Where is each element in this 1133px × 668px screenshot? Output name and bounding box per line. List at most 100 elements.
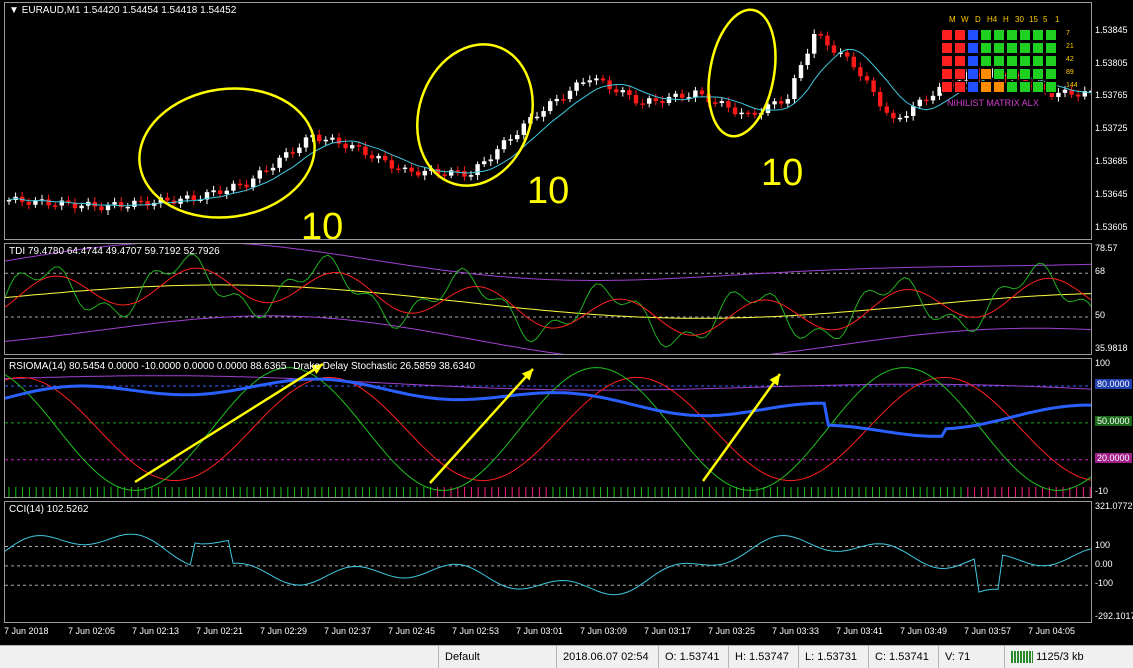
status-profile[interactable]: Default	[438, 646, 556, 668]
candle-body	[594, 78, 599, 81]
candle-body	[574, 82, 579, 91]
candle-body	[1089, 90, 1091, 93]
candle-body	[422, 170, 427, 176]
candle-body	[772, 101, 777, 105]
candle-body	[376, 155, 381, 159]
candle-body	[653, 98, 658, 102]
tdi-pane[interactable]: TDI 79.4780 64.4744 49.4707 59.7192 52.7…	[4, 243, 1092, 355]
matrix-tf-label: H	[1003, 15, 1009, 24]
candle-body	[871, 80, 876, 92]
matrix-indicator-name: NIHILIST MATRIX ALX	[947, 98, 1039, 108]
matrix-cell	[1019, 55, 1031, 67]
candle-body	[244, 184, 249, 188]
scale-tick: 1.53685	[1095, 156, 1128, 167]
candle-body	[548, 101, 553, 112]
candle-body	[858, 67, 863, 77]
matrix-cell	[954, 81, 966, 93]
candle-body	[897, 117, 903, 120]
matrix-cell	[993, 29, 1005, 41]
candle-body	[297, 147, 302, 153]
candle-body	[125, 206, 130, 209]
candle-body	[878, 91, 883, 107]
candle-body	[739, 112, 744, 115]
candle-body	[6, 199, 12, 202]
time-tick: 7 Jun 03:49	[900, 626, 948, 636]
matrix-cell	[993, 42, 1005, 54]
candle-body	[442, 174, 447, 176]
candle-body	[1056, 92, 1061, 97]
matrix-cell	[967, 29, 979, 41]
matrix-cell	[954, 68, 966, 80]
candle-body	[785, 99, 790, 104]
matrix-cell	[941, 55, 953, 67]
candle-body	[488, 159, 493, 162]
candle-body	[911, 106, 916, 116]
candle-body	[884, 106, 889, 113]
candle-body	[924, 99, 929, 102]
candle-body	[587, 80, 592, 83]
time-tick: 7 Jun 02:45	[388, 626, 436, 636]
time-tick: 7 Jun 03:57	[964, 626, 1012, 636]
connection-bars-icon	[1011, 651, 1033, 664]
matrix-cell	[1006, 81, 1018, 93]
time-tick: 7 Jun 02:53	[452, 626, 500, 636]
candle-body	[805, 53, 810, 66]
candle-body	[396, 168, 401, 171]
candle-body	[138, 200, 144, 203]
matrix-cell	[941, 42, 953, 54]
cci-scale: 321.0772 100 0.00 -100 -292.1017	[1093, 501, 1133, 623]
candle-body	[891, 112, 896, 119]
time-tick: 7 Jun 2018	[4, 626, 49, 636]
candle-body	[515, 134, 520, 140]
status-bar: Default 2018.06.07 02:54 O: 1.53741 H: 1…	[0, 645, 1133, 668]
scale-tick: 321.0772	[1095, 501, 1133, 511]
candle-body	[317, 134, 322, 142]
status-low: L: 1.53731	[798, 646, 868, 668]
matrix-cell	[980, 42, 992, 54]
matrix-cell	[1006, 42, 1018, 54]
candle-body	[165, 197, 170, 201]
matrix-tf-label: D	[975, 15, 981, 24]
candle-body	[1062, 89, 1068, 93]
status-traffic: 1125/3 kb	[1004, 646, 1133, 668]
matrix-cell	[967, 55, 979, 67]
candle-body	[699, 90, 705, 95]
candle-body	[581, 82, 586, 84]
tdi-scale: 78.57 68 50 35.9818	[1093, 243, 1133, 355]
candle-body	[270, 167, 276, 171]
candle-body	[303, 137, 309, 148]
candle-body	[746, 112, 751, 115]
candle-body	[112, 202, 117, 205]
tdi-market-base-line	[5, 284, 1091, 319]
matrix-tf-label: W	[961, 15, 969, 24]
matrix-cell	[954, 42, 966, 54]
candle-body	[251, 178, 256, 188]
candle-body	[792, 78, 797, 100]
rsioma-pane[interactable]: RSIOMA(14) 80.5454 0.0000 -10.0000 0.000…	[4, 358, 1092, 498]
candle-body	[53, 205, 58, 207]
candle-body	[831, 45, 837, 53]
candle-body	[264, 170, 269, 172]
candle-body	[330, 137, 335, 140]
time-tick: 7 Jun 03:41	[836, 626, 884, 636]
matrix-cell	[1032, 29, 1044, 41]
scale-tick: 50.0000	[1095, 415, 1132, 426]
annotation-label: 10	[301, 206, 343, 240]
chart-menu-triangle-icon[interactable]: ▼	[9, 5, 19, 16]
candle-body	[185, 195, 190, 199]
candle-body	[633, 95, 639, 104]
candle-body	[369, 155, 375, 159]
time-tick: 7 Jun 02:21	[196, 626, 244, 636]
matrix-cell	[967, 68, 979, 80]
matrix-cell	[954, 29, 966, 41]
cci-pane[interactable]: CCI(14) 102.5262	[4, 501, 1092, 623]
candle-body	[627, 90, 632, 96]
time-tick: 7 Jun 03:33	[772, 626, 820, 636]
price-chart-title: ▼ EURAUD,M1 1.54420 1.54454 1.54418 1.54…	[9, 5, 237, 16]
price-chart-pane[interactable]: 10 10 10 ▼ EURAUD,M1 1.54420 1.54454 1.544…	[4, 2, 1092, 240]
scale-tick: 68	[1095, 266, 1106, 277]
candle-body	[462, 171, 467, 177]
price-scale: 1.53845 1.53805 1.53765 1.53725 1.53685 1.536…	[1093, 2, 1133, 240]
scale-tick: 78.57	[1095, 243, 1118, 253]
matrix-cell	[1045, 68, 1057, 80]
